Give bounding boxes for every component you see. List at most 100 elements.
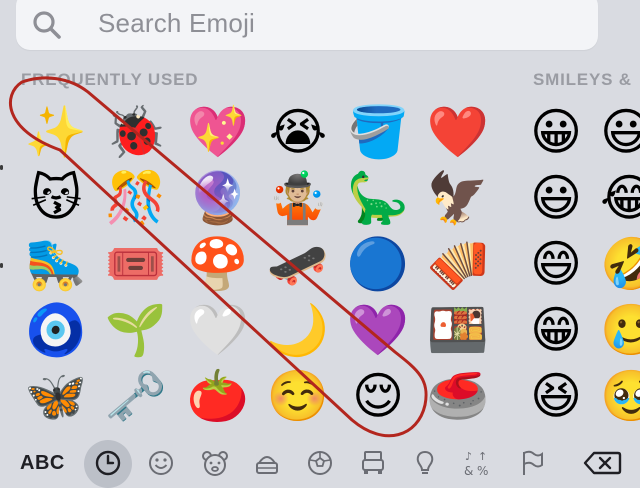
emoji-glyph: 🥲	[600, 301, 640, 359]
emoji-glyph: 🤍	[186, 301, 250, 359]
emoji-key[interactable]: 😃	[600, 100, 640, 164]
smiley-icon[interactable]	[146, 448, 176, 478]
emoji-glyph: 🌙	[266, 301, 330, 359]
emoji-glyph: 🪣	[346, 103, 410, 161]
emoji-key[interactable]: 🦋	[24, 364, 88, 428]
emoji-key[interactable]: 🍄	[186, 232, 250, 296]
delete-key-icon[interactable]	[580, 448, 624, 478]
emoji-glyph: 🌱	[104, 301, 168, 359]
emoji-glyph: 🗝️	[104, 367, 168, 425]
emoji-glyph: 😭	[268, 103, 328, 161]
emoji-key[interactable]: 😭	[266, 100, 330, 164]
soccer-ball-icon[interactable]	[305, 448, 335, 478]
emoji-key[interactable]: 🥲	[600, 298, 640, 362]
emoji-glyph: ☺️	[266, 367, 330, 425]
emoji-key[interactable]: 🥌	[426, 364, 490, 428]
emoji-key[interactable]: ❤️	[426, 100, 490, 164]
emoji-key[interactable]: 😆	[524, 364, 588, 428]
emoji-key[interactable]: ☺️	[266, 364, 330, 428]
emoji-key[interactable]: 🌱	[104, 298, 168, 362]
edge-mark-bottom	[0, 263, 3, 268]
flag-icon[interactable]	[517, 448, 547, 478]
emoji-key[interactable]: 🔵	[346, 232, 410, 296]
search-bar[interactable]: Search Emoji	[16, 0, 598, 50]
emoji-key[interactable]: 🪗	[426, 232, 490, 296]
emoji-key[interactable]: 😀	[524, 100, 588, 164]
emoji-key[interactable]: 🛼	[24, 232, 88, 296]
emoji-key[interactable]: 🍱	[426, 298, 490, 362]
emoji-key[interactable]: ✨	[24, 100, 88, 164]
emoji-glyph: 🥹	[600, 367, 640, 425]
search-icon	[33, 11, 61, 39]
emoji-glyph: 😃	[529, 169, 583, 227]
category-bar: ABC ♪ ↑ &%	[0, 436, 640, 480]
emoji-glyph: 🧿	[24, 301, 88, 359]
emoji-key[interactable]: 🎊	[104, 166, 168, 230]
emoji-glyph: 🎟️	[104, 235, 168, 293]
emoji-key[interactable]: 🦕	[346, 166, 410, 230]
edge-mark-top	[0, 165, 3, 170]
emoji-glyph: 😃	[600, 103, 640, 161]
emoji-key[interactable]: 💖	[186, 100, 250, 164]
emoji-glyph: 🪗	[426, 235, 490, 293]
abc-key[interactable]: ABC	[20, 452, 65, 475]
emoji-key[interactable]: 🐞	[104, 100, 168, 164]
emoji-glyph: 🤣	[600, 235, 640, 293]
emoji-key[interactable]: 🍅	[186, 364, 250, 428]
emoji-key[interactable]: 🎟️	[104, 232, 168, 296]
emoji-key[interactable]: 😄	[524, 232, 588, 296]
car-icon[interactable]	[358, 448, 388, 478]
emoji-key[interactable]: 🤍	[186, 298, 250, 362]
emoji-glyph: 💖	[186, 103, 250, 161]
lightbulb-icon[interactable]	[410, 448, 440, 478]
emoji-glyph: 🦕	[346, 169, 410, 227]
emoji-glyph: 😽	[29, 169, 83, 227]
emoji-glyph: 🐞	[104, 103, 168, 161]
emoji-glyph: 🔮	[186, 169, 250, 227]
emoji-glyph: 😌	[351, 367, 405, 425]
section-label-frequently-used: FREQUENTLY USED	[21, 70, 199, 89]
emoji-glyph: 🔵	[346, 235, 410, 293]
emoji-key[interactable]: 🧿	[24, 298, 88, 362]
svg-text:%: %	[477, 464, 488, 478]
emoji-glyph: 🛹	[266, 235, 330, 293]
emoji-glyph: 😁	[529, 301, 583, 359]
bear-icon[interactable]	[200, 448, 230, 478]
emoji-key[interactable]: 😃	[524, 166, 588, 230]
emoji-glyph: 😂	[600, 169, 640, 227]
emoji-key[interactable]: 🤣	[600, 232, 640, 296]
emoji-key[interactable]: 🔮	[186, 166, 250, 230]
symbols-icon[interactable]: ♪ ↑ &%	[463, 448, 493, 478]
search-input[interactable]: Search Emoji	[98, 8, 255, 39]
svg-text:&: &	[464, 464, 473, 478]
emoji-glyph: 🎊	[104, 169, 168, 227]
emoji-glyph: 😆	[529, 367, 583, 425]
emoji-glyph: 🥌	[426, 367, 490, 425]
emoji-key[interactable]: 🥹	[600, 364, 640, 428]
emoji-glyph: 🍱	[426, 301, 490, 359]
emoji-key[interactable]: 🦅	[426, 166, 490, 230]
emoji-key[interactable]: 😽	[24, 166, 88, 230]
emoji-glyph: 🛼	[24, 235, 88, 293]
emoji-key[interactable]: 😌	[346, 364, 410, 428]
emoji-key[interactable]: 🌙	[266, 298, 330, 362]
svg-text:♪: ♪	[465, 450, 472, 463]
emoji-glyph: 😄	[529, 235, 583, 293]
emoji-glyph: 🍅	[186, 367, 250, 425]
emoji-key[interactable]: 😁	[524, 298, 588, 362]
emoji-glyph: 🦋	[24, 367, 88, 425]
emoji-glyph: 💜	[346, 301, 410, 359]
emoji-key[interactable]: 🪣	[346, 100, 410, 164]
emoji-glyph: 🍄	[186, 235, 250, 293]
clock-icon[interactable]	[93, 448, 123, 478]
emoji-glyph: ❤️	[426, 103, 490, 161]
food-icon[interactable]	[252, 448, 282, 478]
emoji-key[interactable]: 😂	[600, 166, 640, 230]
emoji-key[interactable]: 🤹🏼	[266, 166, 330, 230]
emoji-key[interactable]: 💜	[346, 298, 410, 362]
emoji-key[interactable]: 🗝️	[104, 364, 168, 428]
emoji-key[interactable]: 🛹	[266, 232, 330, 296]
section-label-smileys: SMILEYS &	[533, 70, 632, 89]
emoji-glyph: 🤹🏼	[266, 169, 330, 227]
emoji-glyph: ✨	[24, 103, 88, 161]
